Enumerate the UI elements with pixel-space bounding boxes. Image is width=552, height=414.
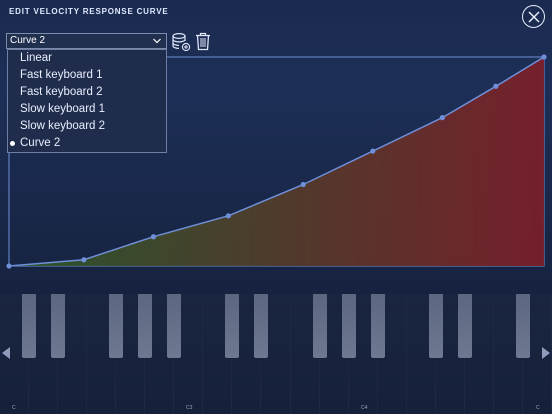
note-label: C [12,405,16,411]
scroll-right-button[interactable] [541,346,551,360]
dropdown-item-label: Fast keyboard 1 [20,69,103,81]
dropdown-item[interactable]: Slow keyboard 2 [8,118,166,135]
curve-point[interactable] [150,234,157,240]
database-add-icon [172,32,191,52]
arrow-left-icon [2,347,10,359]
scroll-left-button[interactable] [1,346,11,360]
black-key[interactable] [138,294,153,358]
curve-point[interactable] [81,257,87,263]
curve-select[interactable]: Curve 2 [6,33,167,49]
trash-icon [196,32,210,51]
dropdown-item-label: Slow keyboard 2 [20,120,106,132]
dropdown-item-label: Curve 2 [20,137,61,149]
selected-dot-icon [10,141,15,146]
black-key[interactable] [225,294,240,358]
black-key[interactable] [370,294,385,358]
curve-dropdown-menu: Linear Fast keyboard 1 Fast keyboard 2 S… [7,49,167,153]
save-curve-button[interactable] [171,32,191,52]
curve-point[interactable] [541,54,547,60]
curve-select-value: Curve 2 [10,35,46,46]
dropdown-item-label: Slow keyboard 1 [20,103,106,115]
black-key[interactable] [109,294,124,358]
black-key[interactable] [428,294,443,358]
note-label: C3 [186,405,193,411]
curve-point[interactable] [439,115,445,121]
piano-keyboard[interactable] [0,294,552,414]
black-key[interactable] [254,294,269,358]
chevron-down-icon [153,38,161,44]
dropdown-item-label: Fast keyboard 2 [20,86,103,98]
curve-point[interactable] [6,263,12,269]
note-label: C4 [361,405,368,411]
dropdown-item[interactable]: Fast keyboard 2 [8,84,166,101]
dropdown-item[interactable]: Fast keyboard 1 [8,67,166,84]
black-key[interactable] [167,294,182,358]
black-key[interactable] [22,294,37,358]
black-key[interactable] [341,294,356,358]
dropdown-item-label: Linear [20,52,52,64]
arrow-right-icon [542,347,550,359]
dropdown-item[interactable]: Slow keyboard 1 [8,101,166,118]
curve-point[interactable] [300,181,306,188]
curve-point[interactable] [370,148,376,154]
dropdown-item[interactable]: Curve 2 [8,135,166,152]
curve-point[interactable] [493,83,499,89]
delete-curve-button[interactable] [195,32,211,51]
black-key[interactable] [457,294,472,358]
dropdown-item[interactable]: Linear [8,50,166,67]
note-label: C [536,405,540,411]
curve-point[interactable] [225,213,231,219]
black-key[interactable] [515,294,530,358]
black-key[interactable] [312,294,327,358]
black-key[interactable] [51,294,66,358]
